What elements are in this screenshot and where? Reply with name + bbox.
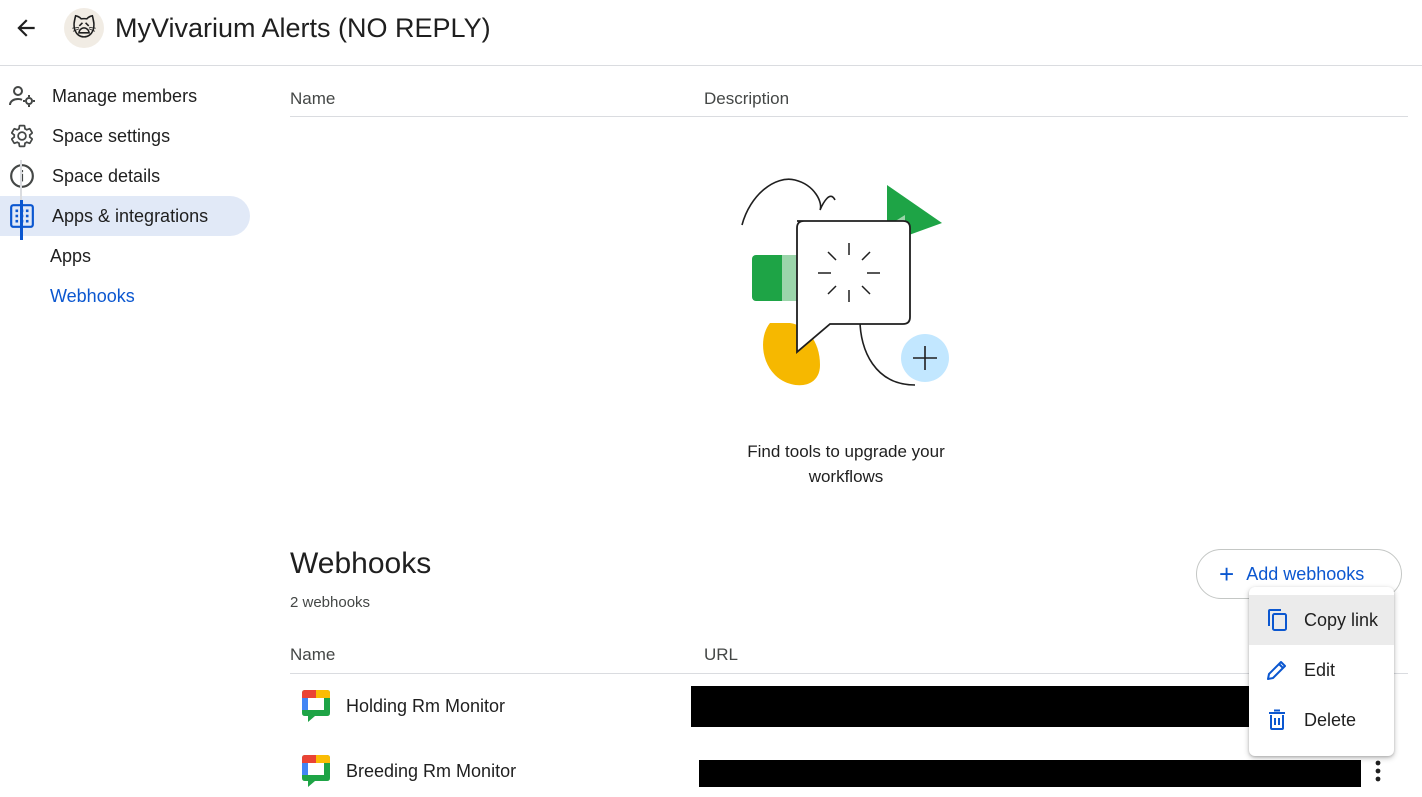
menu-item-label: Edit (1304, 660, 1336, 680)
menu-item-label: Delete (1304, 710, 1357, 730)
empty-state-illustration (741, 178, 949, 386)
nav-label: Manage members (52, 86, 198, 106)
webhook-name: Holding Rm Monitor (346, 696, 506, 716)
nav-label: Space details (52, 166, 161, 186)
webhooks-header-divider (290, 673, 1408, 674)
apps-header-divider (290, 116, 1408, 117)
back-button[interactable] (8, 10, 44, 46)
webhooks-title: Webhooks (290, 547, 432, 580)
subnav-webhooks[interactable]: Webhooks (50, 276, 250, 316)
more-vert-icon (1375, 760, 1381, 782)
cat-emoji-icon: 🙀 (71, 14, 97, 42)
space-title: MyVivarium Alerts (NO REPLY) (115, 13, 491, 43)
gear-icon (8, 124, 36, 148)
redacted-url (699, 760, 1361, 787)
webhooks-col-name: Name (290, 645, 336, 664)
nav-space-settings[interactable]: Space settings (0, 116, 250, 156)
nav-label: Space settings (52, 126, 171, 146)
plus-icon: + (1219, 559, 1235, 589)
nav-apps-integrations[interactable]: Apps & integrations (0, 196, 250, 236)
context-menu: Copy link Edit Delete (1249, 587, 1394, 756)
nav-manage-members[interactable]: Manage members (0, 76, 250, 116)
redacted-url (691, 686, 1251, 727)
copy-icon (1268, 609, 1287, 631)
space-avatar[interactable]: 🙀 (64, 8, 104, 48)
nav-space-details[interactable]: Space details (0, 156, 250, 196)
apps-col-name: Name (290, 89, 336, 108)
menu-item-copy-link[interactable]: Copy link (1249, 595, 1394, 645)
apps-col-description: Description (704, 89, 790, 108)
google-chat-icon (302, 690, 330, 722)
info-icon (8, 164, 36, 188)
webhook-name: Breeding Rm Monitor (346, 761, 517, 781)
webhooks-col-url: URL (704, 645, 739, 664)
pencil-icon (1267, 661, 1286, 680)
google-chat-icon (302, 755, 330, 787)
subnav-active-indicator (20, 200, 23, 240)
app-header: 🙀 MyVivarium Alerts (NO REPLY) (0, 0, 1422, 66)
trash-icon (1269, 709, 1285, 730)
menu-item-edit[interactable]: Edit (1249, 645, 1394, 695)
webhooks-count: 2 webhooks (290, 594, 371, 611)
subnav-apps[interactable]: Apps (50, 236, 250, 276)
add-webhooks-label: Add webhooks (1246, 563, 1365, 584)
nav-label: Apps & integrations (52, 206, 209, 226)
empty-state-text: Find tools to upgrade your workflows (747, 442, 945, 486)
menu-item-label: Copy link (1304, 610, 1379, 630)
manage-members-icon (8, 84, 36, 108)
menu-item-delete[interactable]: Delete (1249, 695, 1394, 745)
arrow-back-icon (17, 19, 35, 37)
more-options-button[interactable] (1364, 757, 1392, 785)
